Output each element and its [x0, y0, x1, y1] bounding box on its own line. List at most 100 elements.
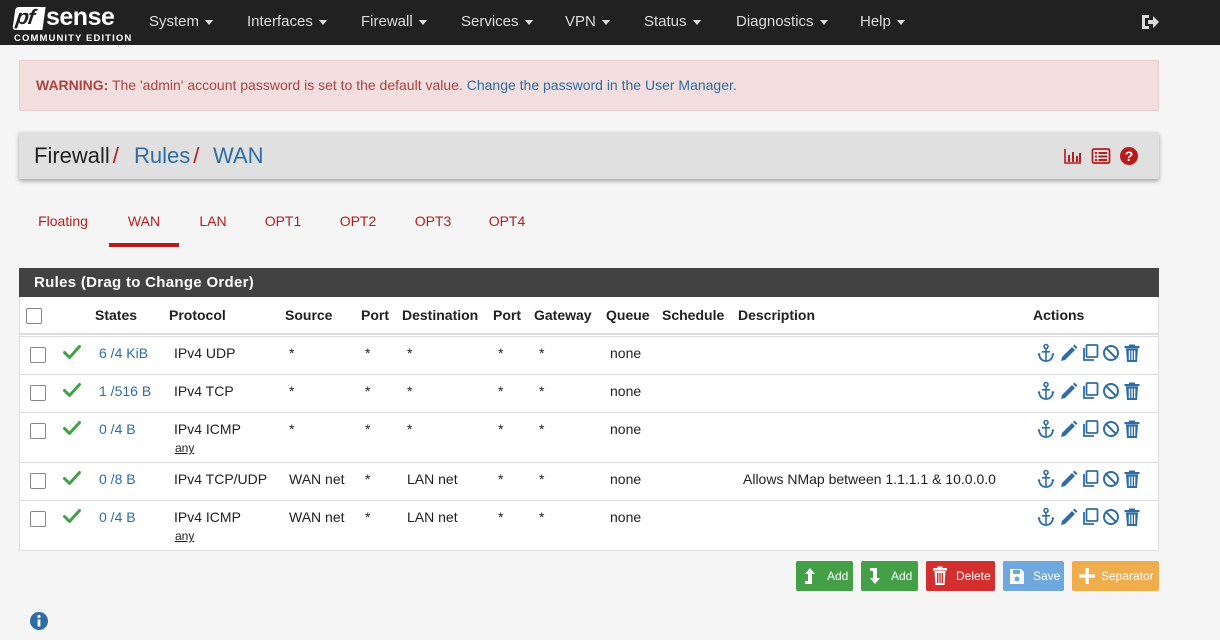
pencil-icon[interactable] [1059, 419, 1077, 439]
rule-icmp-type[interactable]: any [175, 441, 194, 455]
breadcrumb: Firewall / Rules / WAN ? [19, 132, 1159, 179]
select-all-checkbox[interactable] [26, 308, 42, 324]
anchor-icon[interactable] [1037, 469, 1055, 489]
delete-button[interactable]: Delete [926, 561, 995, 591]
copy-icon[interactable] [1081, 343, 1099, 363]
nav-diagnostics[interactable]: Diagnostics [736, 0, 828, 45]
col-source-port[interactable]: Port [361, 307, 389, 323]
tab-opt4[interactable]: OPT4 [479, 203, 535, 247]
check-icon[interactable] [63, 382, 81, 398]
breadcrumb-rules[interactable]: Rules / [134, 143, 199, 169]
ban-icon[interactable] [1102, 381, 1120, 401]
col-protocol[interactable]: Protocol [169, 307, 226, 323]
trash-icon[interactable] [1123, 419, 1141, 439]
pencil-icon[interactable] [1059, 507, 1077, 527]
copy-icon[interactable] [1081, 469, 1099, 489]
rule-states[interactable]: 1 /516 B [99, 383, 151, 399]
table-row[interactable]: 6 /4 KiB IPv4 UDP * * * * * none [20, 336, 1158, 374]
check-icon[interactable] [63, 508, 81, 524]
logo-sense-text: sense [46, 3, 115, 31]
col-states[interactable]: States [95, 307, 137, 323]
anchor-icon[interactable] [1037, 343, 1055, 363]
rule-queue: none [610, 509, 642, 525]
nav-system[interactable]: System [149, 0, 214, 45]
rule-states[interactable]: 6 /4 KiB [99, 345, 148, 361]
trash-icon[interactable] [1123, 507, 1141, 527]
nav-firewall[interactable]: Firewall [361, 0, 427, 45]
anchor-icon[interactable] [1037, 507, 1055, 527]
table-row[interactable]: 0 /4 B IPv4 ICMP WAN net * LAN net * * none any [20, 500, 1158, 551]
col-queue[interactable]: Queue [606, 307, 650, 323]
nav-vpn[interactable]: VPN [565, 0, 610, 45]
check-icon[interactable] [63, 344, 81, 360]
bar-chart-icon[interactable] [1063, 146, 1083, 166]
tab-opt1[interactable]: OPT1 [255, 203, 311, 247]
rule-destination: * [407, 421, 413, 437]
table-row[interactable]: 0 /8 B IPv4 TCP/UDP WAN net * LAN net * * none A… [20, 462, 1158, 500]
add-rule-top-button[interactable]: Add [796, 561, 853, 591]
col-destination-port[interactable]: Port [493, 307, 521, 323]
user-manager-link[interactable]: Change the password in the User Manager. [467, 77, 737, 93]
list-icon[interactable] [1091, 146, 1111, 166]
tab-lan[interactable]: LAN [187, 203, 239, 247]
trash-icon[interactable] [1123, 469, 1141, 489]
ban-icon[interactable] [1102, 343, 1120, 363]
pencil-icon[interactable] [1059, 381, 1077, 401]
nav-services[interactable]: Services [461, 0, 533, 45]
anchor-icon[interactable] [1037, 419, 1055, 439]
row-select-checkbox[interactable] [30, 473, 46, 489]
copy-icon[interactable] [1081, 381, 1099, 401]
check-icon[interactable] [63, 420, 81, 436]
help-icon[interactable]: ? [1119, 146, 1139, 166]
rule-destination-port: * [498, 509, 504, 525]
table-row[interactable]: 0 /4 B IPv4 ICMP * * * * * none any [20, 412, 1158, 462]
nav-interfaces[interactable]: Interfaces [247, 0, 327, 45]
save-button[interactable]: Save [1003, 561, 1064, 591]
rule-states[interactable]: 0 /8 B [99, 471, 136, 487]
col-description[interactable]: Description [738, 307, 815, 323]
nav-status[interactable]: Status [644, 0, 701, 45]
pfsense-logo[interactable]: pf sense COMMUNITY EDITION [12, 3, 131, 45]
breadcrumb-wan[interactable]: WAN [213, 143, 264, 169]
trash-icon[interactable] [1123, 343, 1141, 363]
pencil-icon[interactable] [1059, 469, 1077, 489]
copy-icon[interactable] [1081, 419, 1099, 439]
tab-opt3[interactable]: OPT3 [405, 203, 461, 247]
pencil-icon[interactable] [1059, 343, 1077, 363]
sign-out-icon[interactable] [1140, 12, 1160, 32]
nav-help[interactable]: Help [860, 0, 905, 45]
ban-icon[interactable] [1102, 469, 1120, 489]
rule-icmp-type[interactable]: any [175, 529, 194, 543]
add-separator-button[interactable]: Separator [1072, 561, 1159, 591]
trash-icon[interactable] [1123, 381, 1141, 401]
col-source[interactable]: Source [285, 307, 332, 323]
rule-states[interactable]: 0 /4 B [99, 421, 136, 437]
separator-label: Separator [1101, 569, 1154, 583]
rule-gateway: * [539, 383, 545, 399]
tab-floating[interactable]: Floating [28, 203, 98, 247]
add-rule-bottom-button[interactable]: Add [861, 561, 918, 591]
row-select-checkbox[interactable] [30, 511, 46, 527]
col-destination[interactable]: Destination [402, 307, 478, 323]
tab-wan[interactable]: WAN [109, 203, 179, 247]
col-gateway[interactable]: Gateway [534, 307, 592, 323]
nav-diagnostics-label: Diagnostics [736, 13, 814, 30]
row-select-checkbox[interactable] [30, 423, 46, 439]
rule-source-port: * [365, 345, 371, 361]
col-schedule[interactable]: Schedule [662, 307, 724, 323]
caret-down-icon [205, 19, 214, 25]
row-select-checkbox[interactable] [30, 385, 46, 401]
ban-icon[interactable] [1102, 507, 1120, 527]
anchor-icon[interactable] [1037, 381, 1055, 401]
rules-panel: Rules (Drag to Change Order) States Prot… [19, 268, 1159, 551]
row-select-checkbox[interactable] [30, 347, 46, 363]
rule-states[interactable]: 0 /4 B [99, 509, 136, 525]
check-icon[interactable] [63, 470, 81, 486]
ban-icon[interactable] [1102, 419, 1120, 439]
tab-opt2[interactable]: OPT2 [330, 203, 386, 247]
info-icon[interactable] [29, 611, 49, 631]
plus-icon [1079, 568, 1095, 584]
table-row[interactable]: 1 /516 B IPv4 TCP * * * * * none [20, 374, 1158, 412]
save-label: Save [1033, 569, 1061, 583]
copy-icon[interactable] [1081, 507, 1099, 527]
